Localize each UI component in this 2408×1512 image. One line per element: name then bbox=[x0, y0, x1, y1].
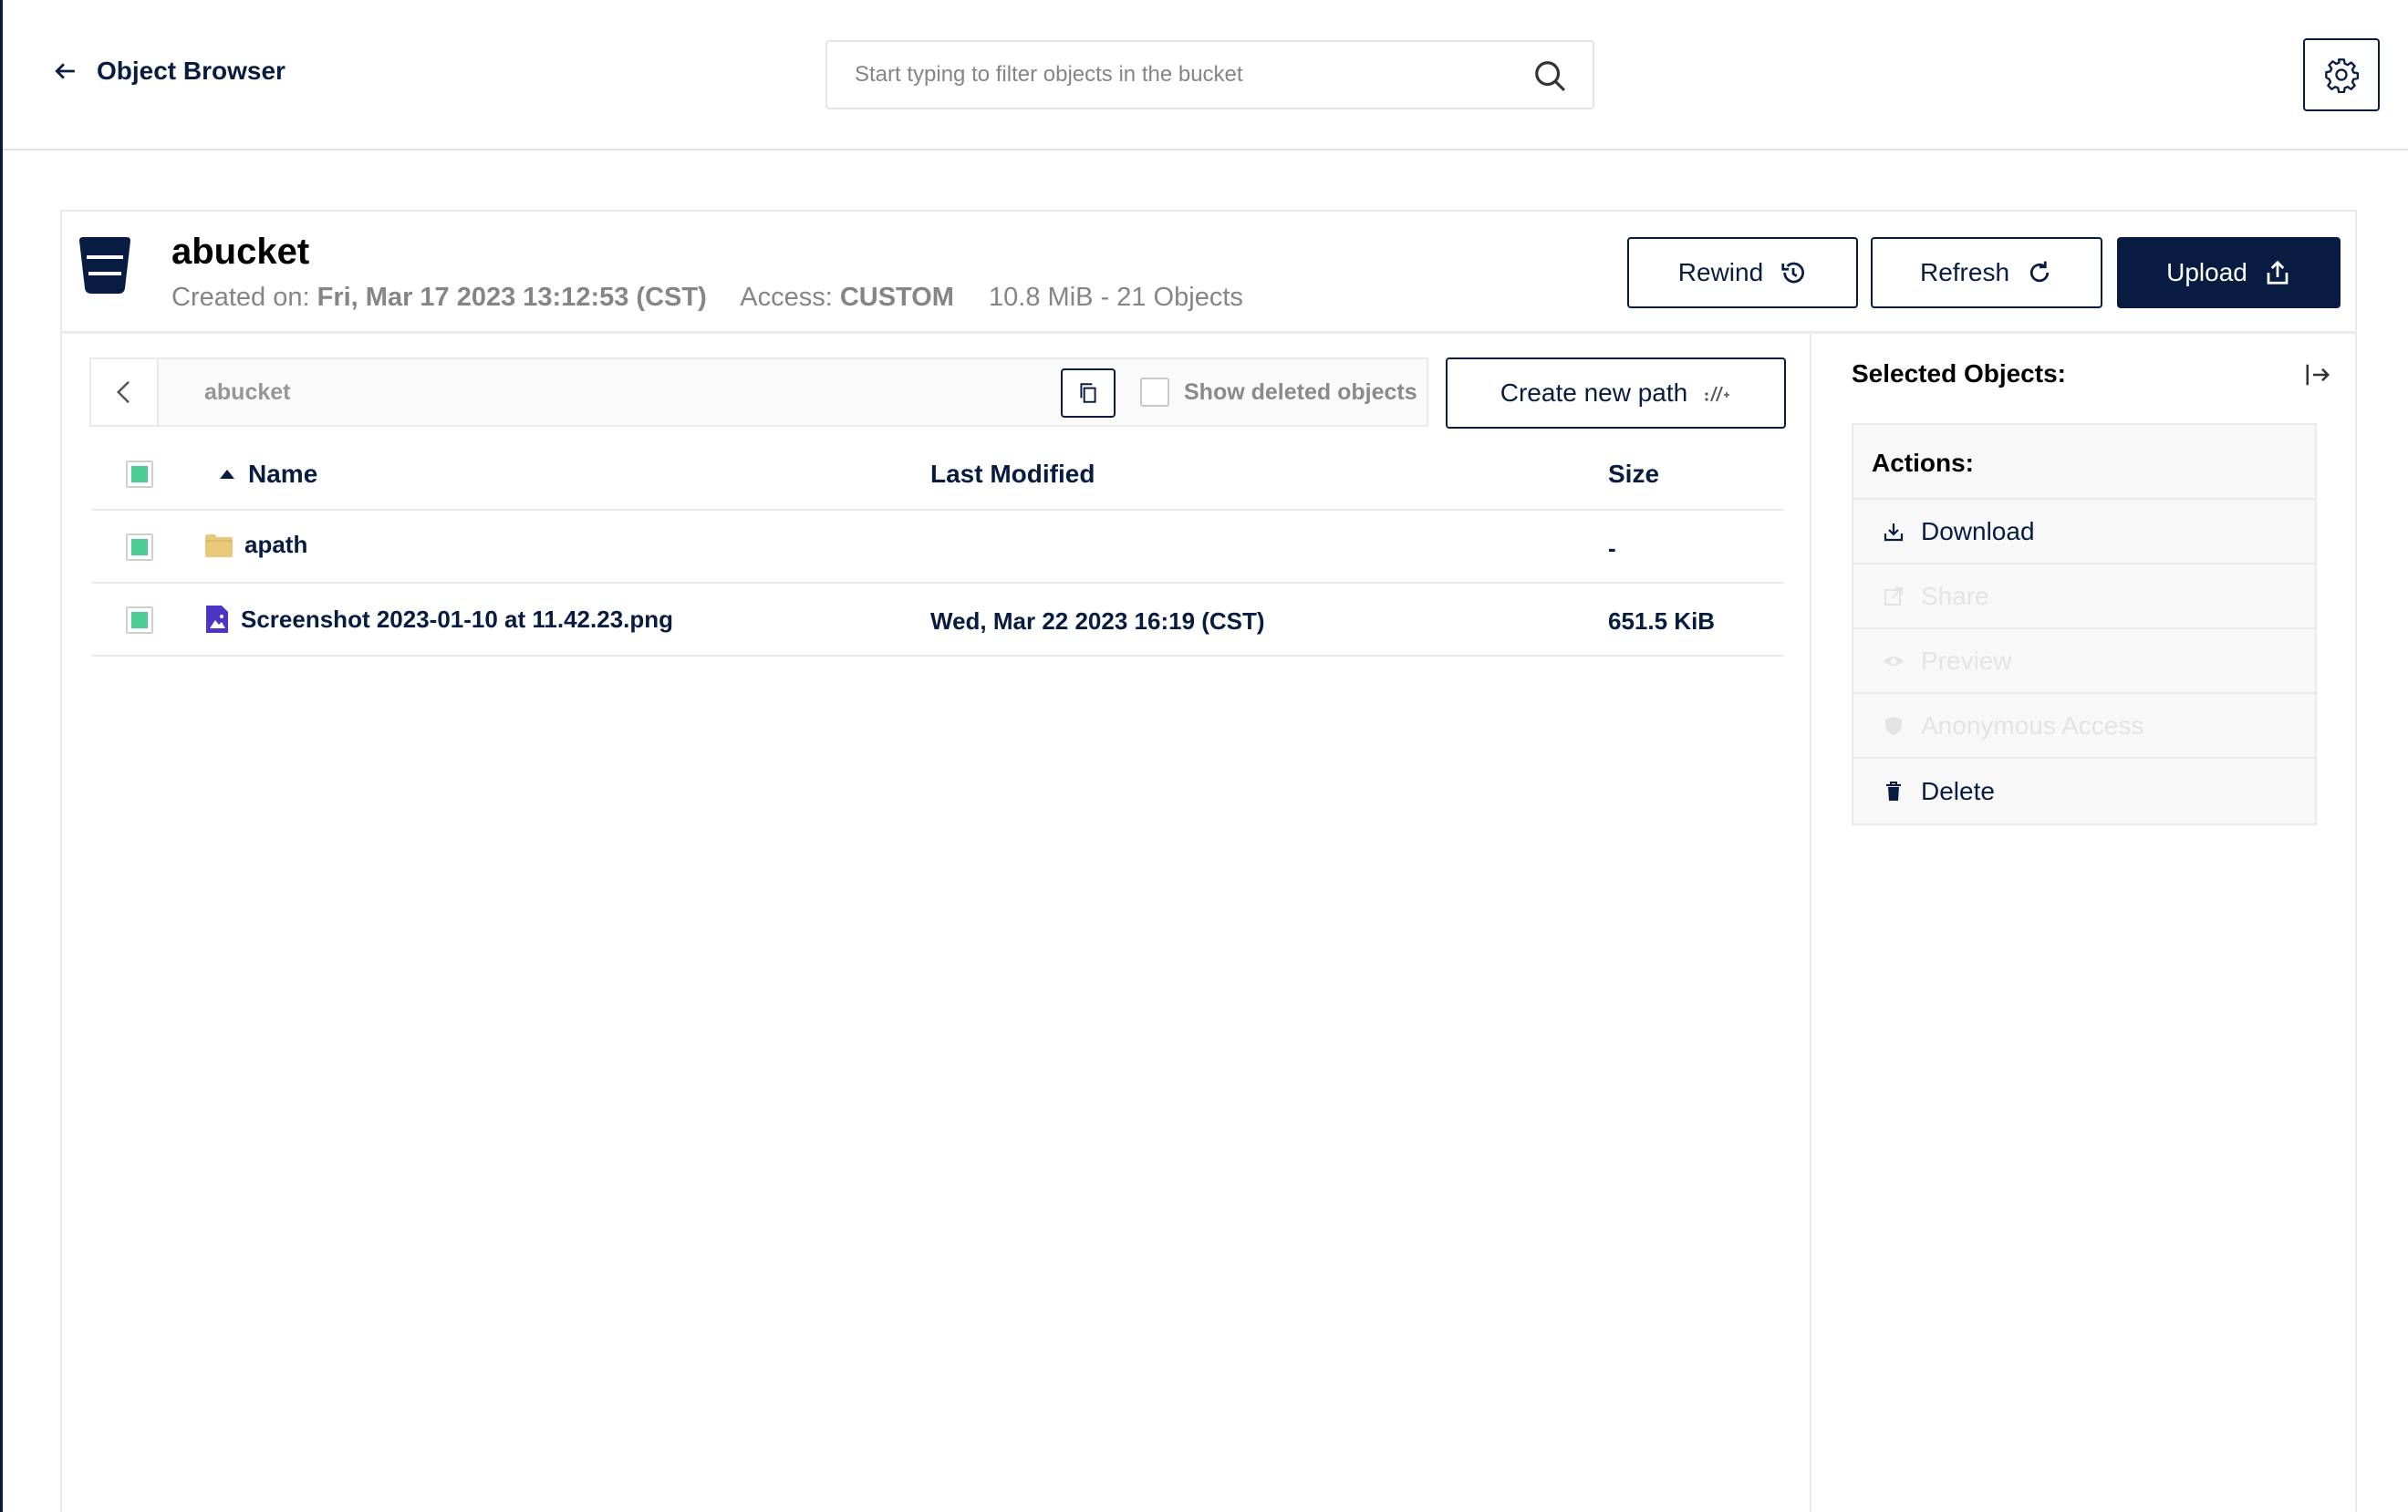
bucket-usage: 10.8 MiB - 21 Objects bbox=[989, 283, 1243, 312]
breadcrumb-path[interactable]: abucket bbox=[204, 379, 290, 406]
column-header-last-modified[interactable]: Last Modified bbox=[930, 460, 1095, 489]
breadcrumb-bar: abucket Show deleted objects bbox=[89, 357, 1428, 427]
rewind-button[interactable]: Rewind bbox=[1627, 237, 1858, 308]
trash-icon bbox=[1886, 781, 1901, 801]
column-header-name-label: Name bbox=[248, 460, 318, 488]
bucket-header: abucket Created on: Fri, Mar 17 2023 13:… bbox=[62, 212, 2355, 334]
access-value: CUSTOM bbox=[839, 283, 954, 312]
column-header-size[interactable]: Size bbox=[1608, 460, 1659, 489]
action-delete-label: Delete bbox=[1921, 776, 1995, 805]
show-deleted-toggle[interactable]: Show deleted objects bbox=[1140, 378, 1417, 407]
row-size: 651.5 KiB bbox=[1608, 607, 1716, 635]
actions-box: Actions: Download Share Preview Anonymou… bbox=[1852, 423, 2317, 825]
object-search-input[interactable] bbox=[855, 42, 1511, 108]
upload-button-label: Upload bbox=[2166, 258, 2247, 286]
rewind-button-label: Rewind bbox=[1677, 258, 1764, 286]
table-row[interactable]: apath - bbox=[91, 511, 1784, 584]
create-new-path-label: Create new path bbox=[1500, 378, 1688, 407]
row-name-cell: Screenshot 2023-01-10 at 11.42.23.png bbox=[204, 604, 673, 635]
left-edge-bar bbox=[0, 0, 3, 1512]
bucket-icon bbox=[79, 237, 130, 294]
table-row[interactable]: Screenshot 2023-01-10 at 11.42.23.png We… bbox=[91, 584, 1784, 657]
bucket-meta: Created on: Fri, Mar 17 2023 13:12:53 (C… bbox=[171, 283, 1243, 313]
objects-table: Name Last Modified Size apath - Screensh… bbox=[91, 438, 1784, 657]
copy-path-button[interactable] bbox=[1061, 368, 1116, 418]
access-label: Access: bbox=[740, 283, 833, 312]
row-name: apath bbox=[244, 531, 308, 558]
select-all-checkbox[interactable] bbox=[126, 461, 153, 488]
selected-objects-panel: Selected Objects: Actions: Download Shar… bbox=[1810, 334, 2355, 1512]
row-name-cell: apath bbox=[204, 531, 307, 559]
action-anonymous-access-label: Anonymous Access bbox=[1921, 710, 2144, 740]
create-new-path-button[interactable]: Create new path bbox=[1446, 357, 1786, 429]
row-last-modified: Wed, Mar 22 2023 16:19 (CST) bbox=[930, 607, 1265, 635]
table-header: Name Last Modified Size bbox=[91, 438, 1784, 511]
action-share-label: Share bbox=[1921, 581, 1989, 610]
upload-icon bbox=[2267, 260, 2289, 285]
refresh-button-label: Refresh bbox=[1919, 258, 2010, 286]
image-file-icon bbox=[206, 606, 228, 633]
column-header-name[interactable]: Name bbox=[219, 460, 317, 489]
gear-icon bbox=[2325, 58, 2359, 93]
top-bar: Object Browser bbox=[3, 0, 2408, 150]
selected-objects-title: Selected Objects: bbox=[1852, 359, 2066, 388]
show-deleted-label: Show deleted objects bbox=[1184, 378, 1417, 405]
row-name: Screenshot 2023-01-10 at 11.42.23.png bbox=[241, 605, 674, 633]
sort-asc-icon bbox=[220, 470, 234, 479]
action-delete[interactable]: Delete bbox=[1853, 759, 2315, 823]
bucket-name: abucket bbox=[171, 232, 310, 272]
action-preview: Preview bbox=[1853, 629, 2315, 694]
folder-icon bbox=[205, 533, 233, 557]
bucket-panel: abucket Created on: Fri, Mar 17 2023 13:… bbox=[60, 210, 2357, 1512]
copy-icon bbox=[1080, 383, 1096, 403]
history-icon bbox=[1781, 262, 1805, 284]
action-share: Share bbox=[1853, 564, 2315, 629]
breadcrumb-back-button[interactable] bbox=[91, 359, 159, 425]
upload-button[interactable]: Upload bbox=[2117, 237, 2341, 308]
back-to-object-browser-link[interactable]: Object Browser bbox=[53, 57, 285, 86]
chevron-left-icon bbox=[116, 380, 130, 404]
arrow-left-icon bbox=[55, 63, 75, 79]
row-size: - bbox=[1608, 534, 1616, 562]
new-path-icon bbox=[1705, 386, 1730, 402]
row-checkbox[interactable] bbox=[126, 606, 153, 634]
back-link-label: Object Browser bbox=[97, 57, 285, 85]
share-icon bbox=[1884, 586, 1903, 606]
collapse-panel-icon[interactable] bbox=[2304, 361, 2331, 388]
action-download[interactable]: Download bbox=[1853, 500, 2315, 564]
search-icon[interactable] bbox=[1532, 58, 1567, 93]
settings-button[interactable] bbox=[2303, 38, 2380, 111]
refresh-button[interactable]: Refresh bbox=[1871, 237, 2102, 308]
actions-title: Actions: bbox=[1853, 425, 2315, 500]
refresh-icon bbox=[2029, 261, 2050, 283]
eye-icon bbox=[1884, 656, 1904, 666]
action-anonymous-access: Anonymous Access bbox=[1853, 694, 2315, 759]
show-deleted-checkbox[interactable] bbox=[1140, 378, 1169, 407]
created-label: Created on: bbox=[171, 283, 310, 312]
created-value: Fri, Mar 17 2023 13:12:53 (CST) bbox=[317, 283, 707, 312]
shield-icon bbox=[1885, 716, 1902, 735]
action-download-label: Download bbox=[1921, 516, 2035, 545]
object-search-box[interactable] bbox=[825, 40, 1594, 109]
action-preview-label: Preview bbox=[1921, 646, 2012, 675]
download-icon bbox=[1884, 523, 1904, 541]
row-checkbox[interactable] bbox=[126, 533, 153, 561]
